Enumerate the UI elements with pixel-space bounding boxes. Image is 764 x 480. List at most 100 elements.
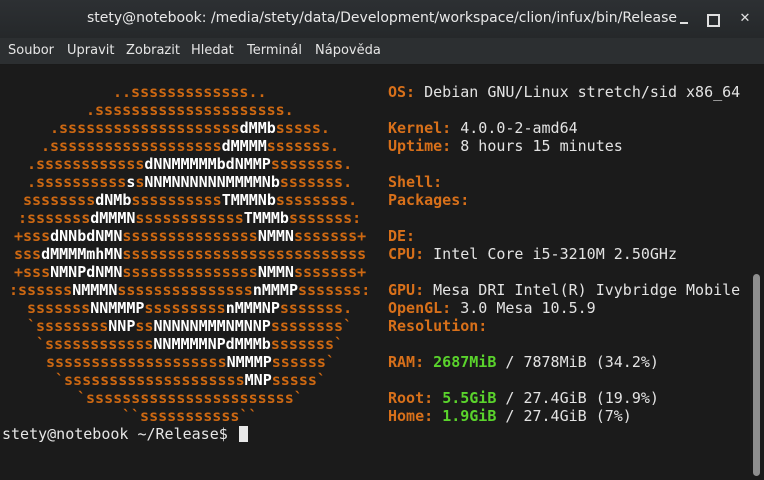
logo-line: ssssssssdNMbssssssssssTMMMNbssssssss. — [23, 191, 357, 209]
logo-line: ssssssssssssssssssssNMMMPssssss` — [46, 353, 335, 371]
info-value: Debian GNU/Linux stretch/sid x86_64 — [424, 83, 741, 101]
text-cursor — [238, 426, 248, 442]
menu-item-terminal[interactable]: Terminál — [247, 43, 302, 58]
logo-line: .sssssssssssssssssssss. — [86, 101, 294, 119]
info-label: Resolution: — [388, 317, 488, 335]
close-button[interactable]: ✕ — [735, 9, 755, 29]
menu-item-edit[interactable]: Upravit — [67, 43, 114, 58]
info-label: OpenGL: — [388, 299, 452, 317]
logo-line: `ssssssssNNPssNNNNNMMMNMNNPssssssss` — [27, 317, 352, 335]
logo-line: .ssssssssssssdNNMMMMMbdNMMPssssssss. — [27, 155, 352, 173]
logo-line: sssssssNNMMMPsssssssssnMMMNPsssssss. — [27, 299, 352, 317]
logo-line: `ssssssssssssNNMMMMNPdMMMbsssssss` — [36, 335, 343, 353]
logo-line: .ssssssssssssNNMNNNNNNMMMMNbsssssss. — [27, 173, 352, 191]
menu-item-help[interactable]: Nápověda — [315, 43, 381, 58]
logo-text: sssssssssssssss — [122, 263, 258, 281]
logo-text: `ssssssss — [27, 317, 109, 335]
logo-text: ssssssssssss — [135, 209, 244, 227]
logo-text: .sssssssssssssssssssss. — [86, 101, 294, 119]
info-de: DE: — [388, 227, 424, 245]
logo-highlight: NMMMN — [72, 281, 118, 299]
logo-highlight: NNMMMP — [90, 299, 145, 317]
logo-line: :sssssssdMMMNssssssssssssTMMMbsssssss: — [18, 209, 361, 227]
info-value: Mesa DRI Intel(R) Ivybridge Mobile — [433, 281, 741, 299]
logo-text: sssssss+ — [293, 263, 367, 281]
logo-text: :ssssss — [9, 281, 73, 299]
logo-line: .ssssssssssssssssssssdMMbsssss. — [50, 119, 330, 137]
logo-text: sssssss — [27, 299, 91, 317]
minimize-button[interactable] — [674, 9, 694, 29]
logo-text: sssssss. — [279, 299, 353, 317]
logo-highlight: TMMMNb — [221, 191, 276, 209]
logo-text: ss — [135, 317, 154, 335]
menu-item-search[interactable]: Hledat — [191, 43, 234, 58]
logo-text: sssssss. — [266, 137, 340, 155]
logo-highlight: nMMMP — [252, 281, 298, 299]
logo-highlight: NNMNNNNNNMMMMNb — [144, 173, 280, 191]
logo-highlight: dMMb — [239, 119, 276, 137]
window-title: stety@notebook: /media/stety/data/Develo… — [86, 10, 678, 26]
logo-line: ..sssssssssssss.. — [113, 83, 267, 101]
info-label: Uptime: — [388, 137, 452, 155]
logo-highlight: dNNMMMMMbdNMMP — [144, 155, 271, 173]
info-home: Home: 1.9GiB / 27.4GiB (7%) — [388, 407, 632, 425]
logo-line: `ssssssssssssssssssssMNPsssss` — [55, 371, 326, 389]
logo-text: sssssssss — [144, 299, 226, 317]
maximize-button[interactable] — [702, 9, 722, 29]
logo-text: sssssssssssssssssssssssssss — [122, 245, 367, 263]
logo-text: sssssssssssssss — [117, 281, 253, 299]
info-root: Root: 5.5GiB / 27.4GiB (19.9%) — [388, 389, 659, 407]
logo-highlight: dNMb — [95, 191, 132, 209]
shell-prompt[interactable]: stety@notebook ~/Release$ — [2, 425, 248, 443]
info-used: 5.5GiB — [442, 389, 497, 407]
info-uptime: Uptime: 8 hours 15 minutes — [388, 137, 623, 155]
terminal-output[interactable]: ..sssssssssssss.. .sssssssssssssssssssss.… — [0, 66, 750, 480]
logo-highlight: nMMMNP — [225, 299, 280, 317]
info-packages: Packages: — [388, 191, 478, 209]
logo-text: ssssssss — [23, 191, 96, 209]
info-label: Home: — [388, 407, 434, 425]
logo-text: sssssss. — [279, 173, 353, 191]
menu-item-view[interactable]: Zobrazit — [126, 43, 180, 58]
logo-text: ssssssssss — [131, 191, 222, 209]
logo-text: +sss — [14, 263, 51, 281]
info-label: Shell: — [388, 173, 443, 191]
info-gpu: GPU: Mesa DRI Intel(R) Ivybridge Mobile — [388, 281, 740, 299]
logo-text: `ssssssssssss — [36, 335, 154, 353]
menu-item-file[interactable]: Soubor — [8, 43, 54, 58]
logo-highlight: NNNNNMMMNMNNP — [153, 317, 271, 335]
logo-highlight: NNMMMMNPdMMMb — [153, 335, 271, 353]
logo-line: .sssssssssssssssssssdMMMMsssssss. — [41, 137, 339, 155]
close-icon: ✕ — [739, 11, 751, 26]
logo-highlight: NMNPdNMN — [50, 263, 123, 281]
logo-text: .ssssssssssss — [27, 155, 145, 173]
info-label: Root: — [388, 389, 434, 407]
logo-text: sssssss` — [270, 335, 344, 353]
logo-line: +sssdNNbdNMNsssssssssssssssNMMNsssssss+ — [14, 227, 366, 245]
logo-highlight: NNP — [108, 317, 136, 335]
logo-text: .ssssssssss — [27, 173, 127, 191]
info-used: 1.9GiB — [442, 407, 497, 425]
info-label: RAM: — [388, 353, 425, 371]
logo-text: ssssssss. — [270, 155, 353, 173]
title-bar[interactable]: stety@notebook: /media/stety/data/Develo… — [0, 0, 764, 38]
info-value: 4.0.0-2-amd64 — [460, 119, 578, 137]
info-value: 3.0 Mesa 10.5.9 — [460, 299, 596, 317]
logo-text: sssss` — [271, 371, 326, 389]
info-value: Intel Core i5-3210M 2.50GHz — [433, 245, 677, 263]
info-shell: Shell: — [388, 173, 451, 191]
logo-text: sssssss: — [288, 209, 362, 227]
logo-highlight: NMMMP — [226, 353, 272, 371]
info-os: OS: Debian GNU/Linux stretch/sid x86_64 — [388, 83, 740, 101]
logo-highlight: MNP — [244, 371, 272, 389]
logo-text: ``sssssssssss`` — [122, 407, 258, 425]
info-opengl: OpenGL: 3.0 Mesa 10.5.9 — [388, 299, 596, 317]
info-kernel: Kernel: 4.0.0-2-amd64 — [388, 119, 578, 137]
logo-text: :sssssss — [18, 209, 91, 227]
logo-highlight: NMMN — [257, 263, 294, 281]
logo-line: sssdMMMMmhMNsssssssssssssssssssssssssss — [14, 245, 366, 263]
info-total: / 27.4GiB (7%) — [505, 407, 632, 425]
scrollbar-thumb[interactable] — [753, 274, 760, 476]
logo-highlight: dMMMM — [221, 137, 267, 155]
logo-text: ssssss` — [271, 353, 335, 371]
